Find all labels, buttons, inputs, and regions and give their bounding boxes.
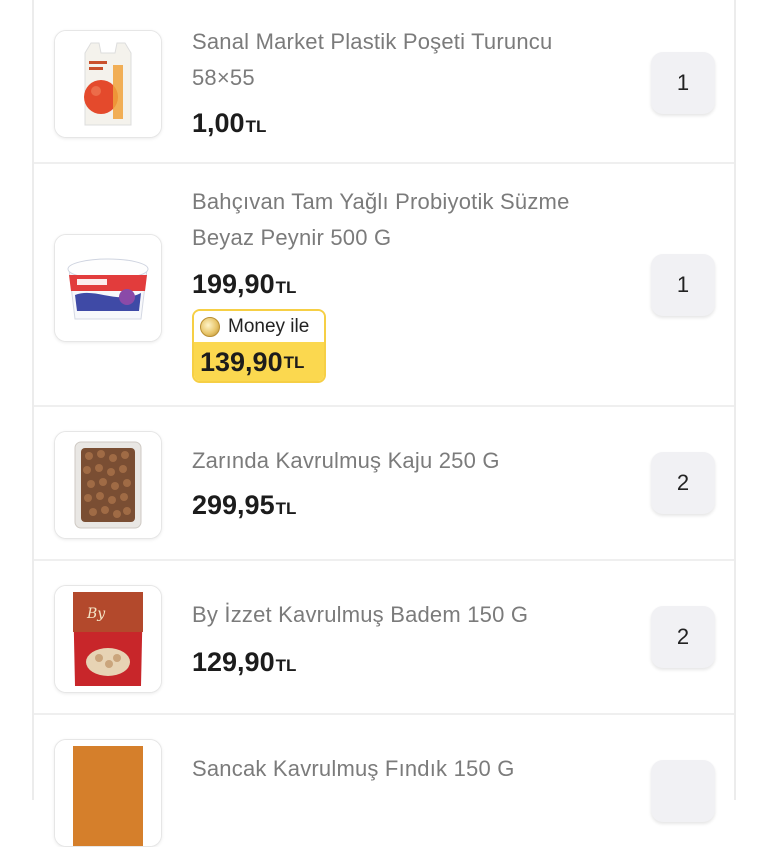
- product-price: 129,90TL: [192, 647, 297, 677]
- product-image[interactable]: [54, 234, 162, 342]
- list-item[interactable]: Sanal Market Plastik Poşeti Turuncu 58×5…: [34, 0, 734, 164]
- product-price: 199,90TL: [192, 269, 297, 299]
- svg-text:By: By: [86, 606, 106, 622]
- list-item[interactable]: Zarında Kavrulmuş Kaju 250 G 299,95TL 2: [34, 407, 734, 561]
- product-price: 1,00TL: [192, 108, 267, 138]
- quantity-button[interactable]: 2: [651, 606, 715, 668]
- hazelnut-pack-image: [55, 740, 161, 846]
- cheese-tub-image: [55, 235, 161, 341]
- product-name[interactable]: Sancak Kavrulmuş Fındık 150 G: [192, 751, 632, 787]
- quantity-button[interactable]: 1: [651, 52, 715, 114]
- product-image[interactable]: [54, 30, 162, 138]
- product-name[interactable]: Zarında Kavrulmuş Kaju 250 G: [192, 443, 632, 479]
- list-item[interactable]: By By İzzet Kavrulmuş Badem 150 G 129,90…: [34, 561, 734, 715]
- plastic-bag-image: [55, 31, 161, 137]
- almond-pack-image: By: [55, 586, 161, 692]
- product-image[interactable]: [54, 739, 162, 847]
- product-image[interactable]: By: [54, 585, 162, 693]
- quantity-button[interactable]: 1: [651, 254, 715, 316]
- money-price-badge: Money ile 139,90 TL: [192, 309, 326, 383]
- product-name[interactable]: By İzzet Kavrulmuş Badem 150 G: [192, 597, 632, 633]
- list-item[interactable]: Sancak Kavrulmuş Fındık 150 G: [34, 715, 734, 847]
- product-image[interactable]: [54, 431, 162, 539]
- quantity-button[interactable]: [651, 760, 715, 822]
- product-name[interactable]: Sanal Market Plastik Poşeti Turuncu 58×5…: [192, 24, 632, 96]
- money-label-row: Money ile: [194, 311, 324, 342]
- product-price: 299,95TL: [192, 490, 297, 520]
- quantity-button[interactable]: 2: [651, 452, 715, 514]
- cashew-tray-image: [55, 432, 161, 538]
- money-coin-icon: [200, 316, 220, 337]
- money-price: 139,90 TL: [194, 342, 324, 381]
- list-item[interactable]: Bahçıvan Tam Yağlı Probiyotik Süzme Beya…: [34, 164, 734, 407]
- product-name[interactable]: Bahçıvan Tam Yağlı Probiyotik Süzme Beya…: [192, 184, 632, 256]
